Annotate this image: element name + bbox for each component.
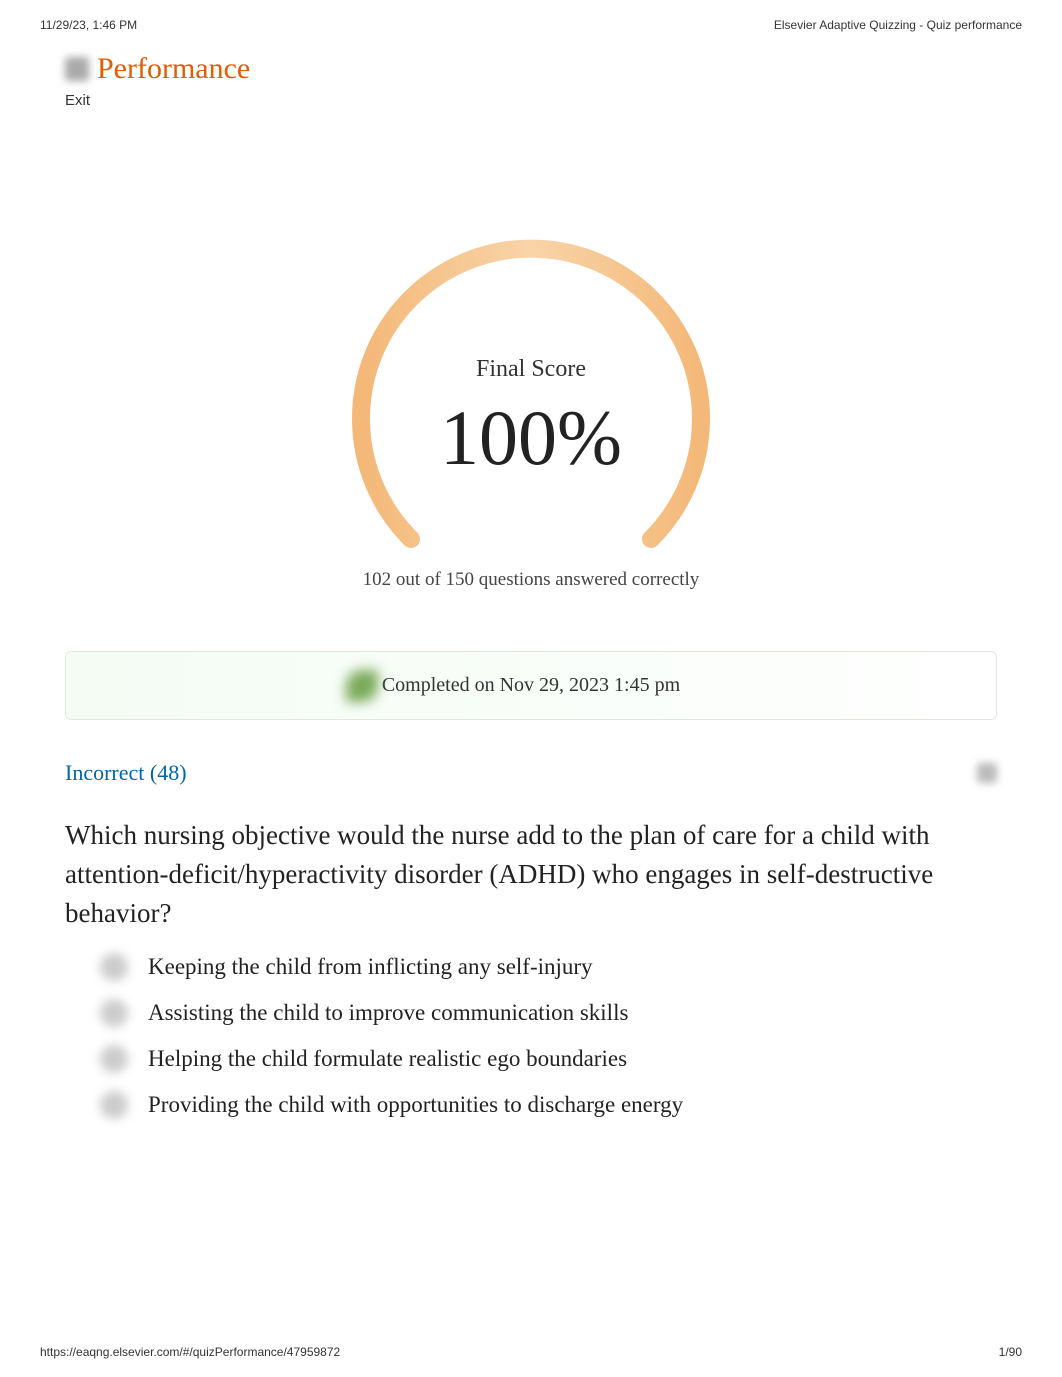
answer-option[interactable]: Helping the child formulate realistic eg… [100,1045,997,1073]
radio-icon [100,999,128,1027]
answer-list: Keeping the child from inflicting any se… [65,953,997,1119]
print-datetime: 11/29/23, 1:46 PM [40,18,137,32]
page-title: Performance [97,52,250,86]
print-title: Elsevier Adaptive Quizzing - Quiz perfor… [774,18,1022,32]
radio-icon [100,953,128,981]
score-section: Final Score 100% 102 out of 150 question… [0,239,1062,591]
completion-banner: Completed on Nov 29, 2023 1:45 pm [65,651,997,720]
title-row: Performance [65,52,1062,86]
print-footer: https://eaqng.elsevier.com/#/quizPerform… [40,1345,1022,1359]
chevron-down-icon [977,763,997,783]
completion-text: Completed on Nov 29, 2023 1:45 pm [382,674,680,696]
answer-option[interactable]: Keeping the child from inflicting any se… [100,953,997,981]
incorrect-label: Incorrect (48) [65,760,187,786]
back-icon[interactable] [65,57,89,81]
print-header: 11/29/23, 1:46 PM Elsevier Adaptive Quiz… [0,0,1062,32]
answer-text: Keeping the child from inflicting any se… [148,954,593,980]
final-score-label: Final Score [476,356,586,383]
answer-option[interactable]: Providing the child with opportunities t… [100,1091,997,1119]
answer-option[interactable]: Assisting the child to improve communica… [100,999,997,1027]
page-header: Performance Exit [0,32,1062,109]
radio-icon [100,1091,128,1119]
exit-link[interactable]: Exit [65,92,1062,109]
answer-text: Helping the child formulate realistic eg… [148,1046,627,1072]
final-score-value: 100% [440,393,622,483]
answer-text: Assisting the child to improve communica… [148,1000,628,1026]
checkmark-icon [346,670,378,702]
question-text: Which nursing objective would the nurse … [65,816,997,933]
answer-text: Providing the child with opportunities t… [148,1092,683,1118]
score-ring: Final Score 100% [341,239,721,559]
radio-icon [100,1045,128,1073]
incorrect-section: Incorrect (48) Which nursing objective w… [0,720,1062,1119]
footer-url: https://eaqng.elsevier.com/#/quizPerform… [40,1345,340,1359]
incorrect-header[interactable]: Incorrect (48) [65,760,997,786]
footer-page: 1/90 [999,1345,1022,1359]
